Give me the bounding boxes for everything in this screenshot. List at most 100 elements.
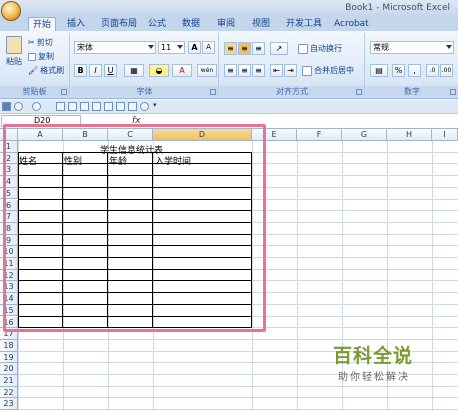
font-size-combo[interactable]: 11 [158, 41, 185, 54]
merge-center-button[interactable]: 合并后居中 [302, 65, 354, 76]
copy-button[interactable]: 复制 [28, 51, 54, 62]
column-header-g[interactable]: G [342, 129, 387, 141]
print-icon[interactable] [80, 102, 89, 111]
shrink-font-button[interactable]: A [202, 41, 215, 54]
row-header[interactable]: 21 [0, 375, 18, 387]
comma-button[interactable]: , [408, 64, 421, 77]
decrease-indent-button[interactable]: ⇤ [270, 64, 283, 77]
number-format-value: 常规 [373, 43, 389, 52]
font-name-value: 宋体 [77, 43, 93, 52]
currency-icon: ▤ [375, 66, 383, 75]
tab-formulas[interactable]: 公式 [144, 17, 170, 32]
tab-developer[interactable]: 开发工具 [282, 17, 326, 32]
fill-color-button[interactable]: ◒ [149, 64, 169, 77]
tab-home[interactable]: 开始 [28, 17, 57, 32]
fill-bucket-icon: ◒ [155, 66, 163, 75]
tab-acrobat[interactable]: Acrobat [330, 17, 373, 32]
grow-font-button[interactable]: A [188, 41, 201, 54]
number-group: 常规 ▤ % , .0 .00 数字 [366, 33, 458, 97]
increase-indent-button[interactable]: ⇥ [284, 64, 297, 77]
paste-icon [6, 36, 22, 54]
row-header[interactable]: 20 [0, 363, 18, 375]
tab-page-layout[interactable]: 页面布局 [97, 17, 141, 32]
tab-insert[interactable]: 插入 [63, 17, 89, 32]
decrease-decimal-button[interactable]: .00 [440, 64, 453, 77]
save-icon[interactable] [2, 102, 11, 111]
orientation-icon: ↗ [275, 44, 283, 53]
row-header[interactable]: 19 [0, 351, 18, 364]
ribbon: 粘贴 ✂ 剪切 复制 🖌 格式刷 剪贴板 宋体 11 A A B I U ▦ ◒ A… [0, 31, 458, 99]
align-center-button[interactable]: ≡ [238, 64, 251, 77]
redo-icon[interactable] [32, 102, 41, 111]
watermark-title: 百科全说 [333, 345, 414, 367]
cut-label: 剪切 [36, 38, 53, 47]
tab-view[interactable]: 视图 [248, 17, 274, 32]
number-launcher-icon[interactable] [450, 89, 456, 95]
bold-button[interactable]: B [74, 64, 87, 77]
tab-review[interactable]: 审阅 [213, 17, 239, 32]
copy-label: 复制 [38, 52, 54, 61]
row-header[interactable]: 23 [0, 398, 18, 411]
chevron-down-icon [148, 45, 154, 49]
paste-button[interactable]: 粘贴 [3, 36, 25, 67]
refresh-icon[interactable] [140, 102, 149, 111]
align-top-icon: ≡ [227, 44, 234, 53]
form-icon[interactable] [92, 102, 101, 111]
orientation-button[interactable]: ↗ [270, 42, 288, 55]
font-group: 宋体 11 A A B I U ▦ ◒ A wén 字体 [71, 33, 219, 97]
sort-icon[interactable] [128, 102, 137, 111]
row-header[interactable]: 18 [0, 339, 18, 352]
column-header-i[interactable]: I [432, 129, 458, 141]
align-middle-icon: ≡ [241, 44, 248, 53]
chart-icon[interactable] [116, 102, 125, 111]
alignment-launcher-icon[interactable] [356, 89, 362, 95]
font-color-button[interactable]: A [172, 64, 192, 77]
font-label: 字体 [71, 86, 218, 97]
table-icon[interactable] [104, 102, 113, 111]
italic-button[interactable]: I [89, 64, 102, 77]
tab-data[interactable]: 数据 [178, 17, 204, 32]
currency-button[interactable]: ▤ [370, 64, 388, 77]
align-left-button[interactable]: ≡ [224, 64, 237, 77]
align-bottom-button[interactable]: ≡ [252, 42, 265, 55]
font-name-combo[interactable]: 宋体 [74, 41, 156, 54]
column-header-h[interactable]: H [387, 129, 432, 141]
font-launcher-icon[interactable] [210, 89, 216, 95]
column-header-f[interactable]: F [297, 129, 342, 141]
office-button[interactable] [1, 1, 21, 21]
clipboard-group: 粘贴 ✂ 剪切 复制 🖌 格式刷 剪贴板 [0, 33, 70, 97]
decrease-decimal-icon: .00 [441, 67, 452, 74]
increase-decimal-button[interactable]: .0 [426, 64, 439, 77]
format-painter-label: 格式刷 [40, 66, 65, 75]
underline-button[interactable]: U [104, 64, 117, 77]
align-left-icon: ≡ [227, 66, 234, 75]
clipboard-label: 剪贴板 [0, 86, 69, 97]
grid-hline [18, 397, 458, 399]
align-right-button[interactable]: ≡ [252, 64, 265, 77]
clipboard-launcher-icon[interactable] [61, 89, 67, 95]
cut-button[interactable]: ✂ 剪切 [28, 37, 53, 48]
print-preview-icon[interactable] [56, 102, 65, 111]
align-bottom-icon: ≡ [255, 44, 262, 53]
percent-button[interactable]: % [392, 64, 405, 77]
merge-icon [302, 65, 312, 76]
alignment-group: ≡ ≡ ≡ ↗ 自动换行 ≡ ≡ ≡ ⇤ ⇥ 合并后居中 对齐方式 [220, 33, 365, 97]
chevron-down-icon [446, 45, 452, 49]
borders-button[interactable]: ▦ [124, 64, 144, 77]
align-middle-button[interactable]: ≡ [238, 42, 251, 55]
align-center-icon: ≡ [241, 66, 248, 75]
grid-hline [18, 338, 458, 340]
number-label: 数字 [366, 86, 458, 97]
align-top-button[interactable]: ≡ [224, 42, 237, 55]
wrap-text-button[interactable]: 自动换行 [298, 43, 342, 54]
customize-toolbar-icon[interactable]: ▾ [153, 101, 162, 110]
format-painter-button[interactable]: 🖌 格式刷 [28, 65, 64, 76]
increase-decimal-icon: .0 [429, 67, 436, 74]
phonetic-button[interactable]: wén [197, 64, 217, 77]
undo-icon[interactable] [14, 102, 23, 111]
spell-check-icon[interactable] [68, 102, 77, 111]
number-format-combo[interactable]: 常规 [370, 41, 454, 54]
ribbon-tabs: 开始 插入 页面布局 公式 数据 审阅 视图 开发工具 Acrobat [0, 16, 458, 32]
row-header[interactable]: 22 [0, 386, 18, 399]
align-right-icon: ≡ [255, 66, 262, 75]
